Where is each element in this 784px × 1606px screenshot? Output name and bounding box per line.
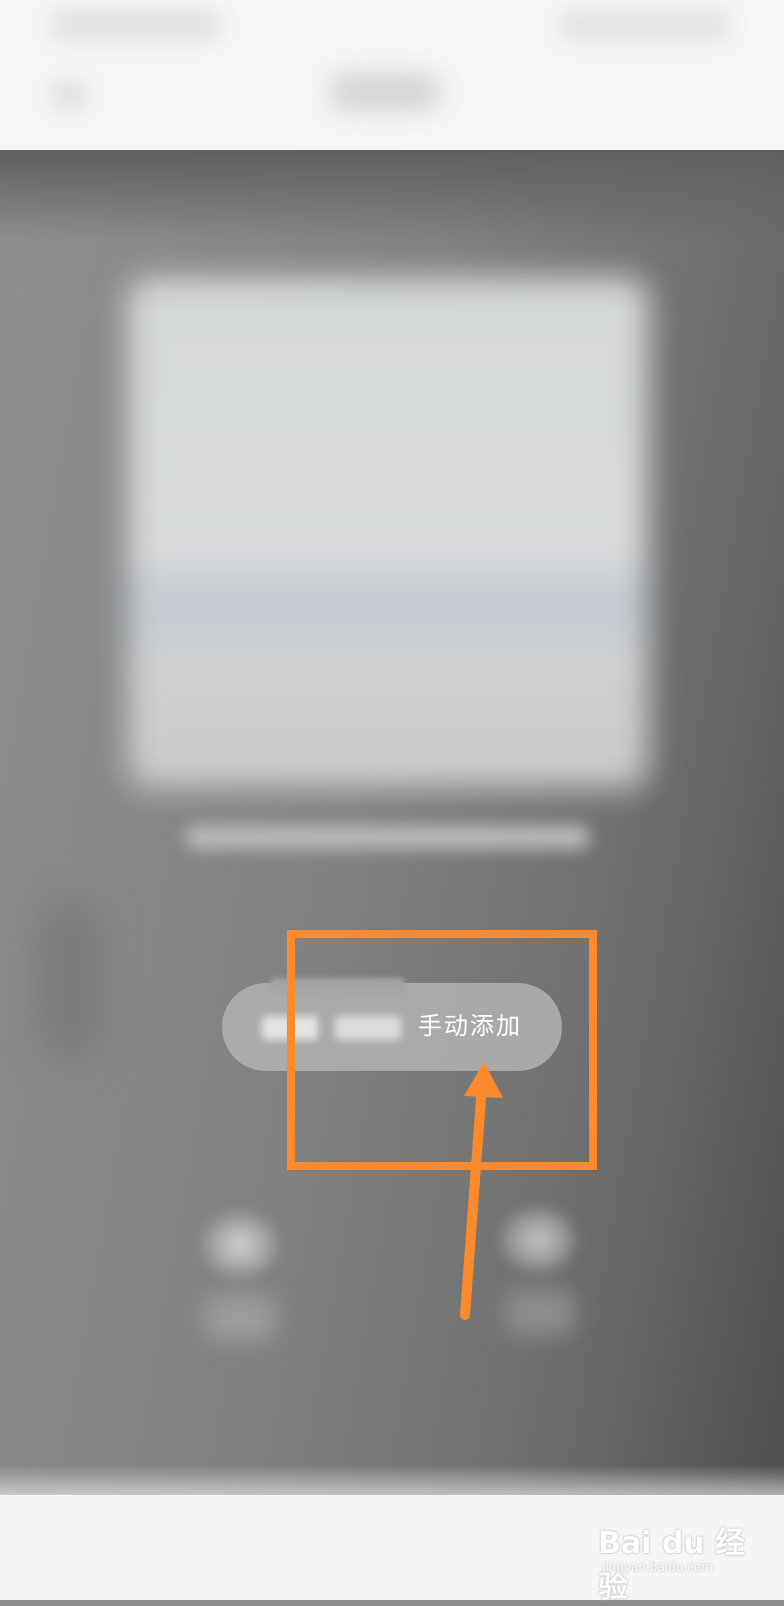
baidu-jingyan-watermark: Bai du 经验 jingyan.baidu.com bbox=[598, 1512, 748, 1605]
annotation-arrow-icon bbox=[460, 1062, 503, 1320]
watermark-url: jingyan.baidu.com bbox=[602, 1560, 713, 1574]
